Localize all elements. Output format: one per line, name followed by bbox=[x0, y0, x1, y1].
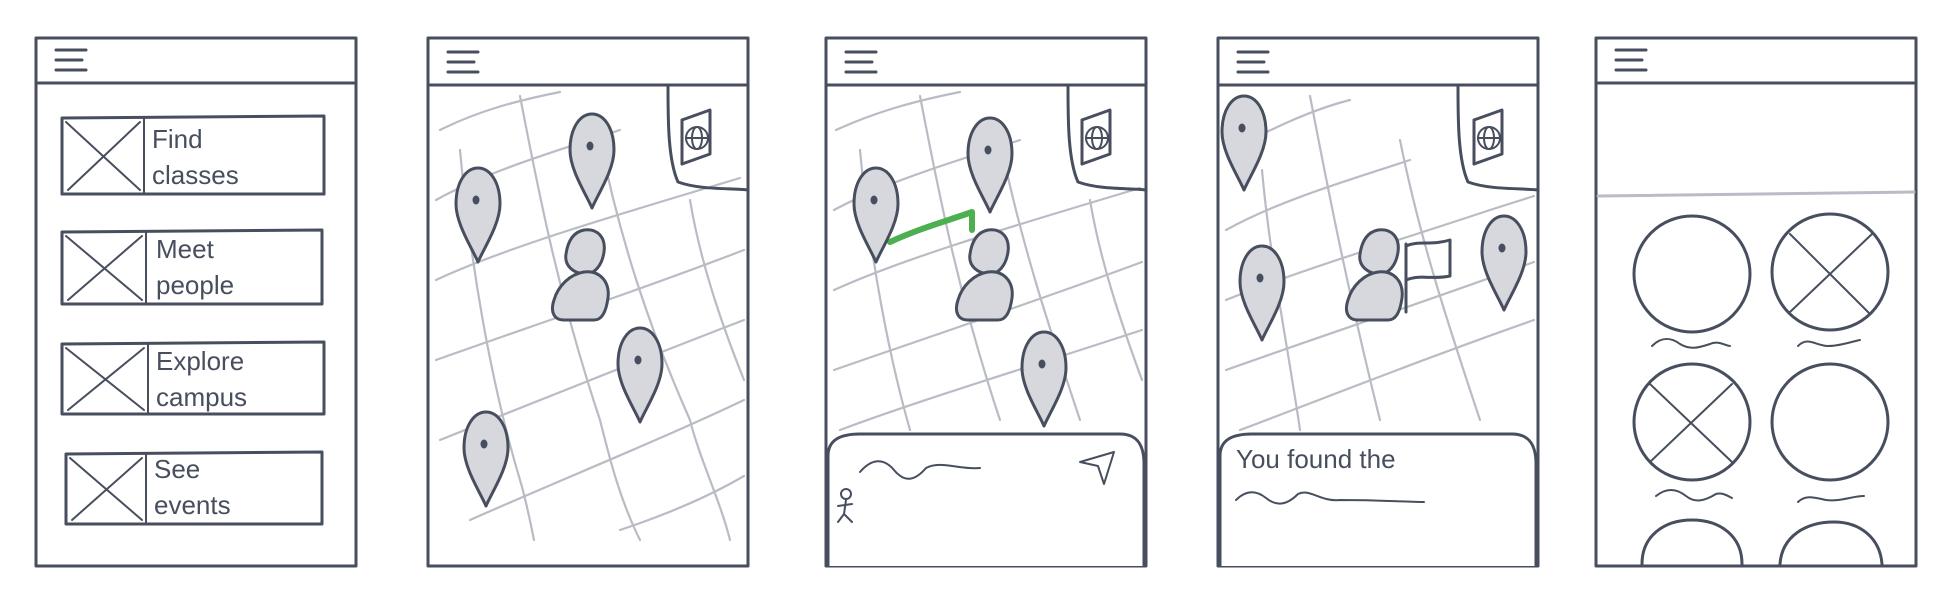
location-pin-icon[interactable] bbox=[1480, 214, 1528, 312]
location-pin-icon[interactable] bbox=[1220, 94, 1268, 192]
map-guide-button[interactable] bbox=[1066, 84, 1148, 192]
found-card[interactable]: You found the bbox=[1218, 432, 1538, 568]
gallery-item[interactable] bbox=[1770, 362, 1890, 503]
screen-menu: Find classes Meet people Explore campus bbox=[34, 36, 358, 568]
map-guide-icon bbox=[680, 108, 712, 166]
hamburger-menu-icon[interactable] bbox=[1614, 48, 1648, 72]
screen-gallery bbox=[1594, 36, 1918, 568]
hamburger-menu-icon[interactable] bbox=[446, 50, 480, 74]
menu-item-meet-people[interactable]: Meet people bbox=[60, 228, 324, 306]
location-pin-icon[interactable] bbox=[568, 112, 616, 210]
gallery-item[interactable] bbox=[1632, 214, 1752, 349]
menu-item-label: people bbox=[156, 270, 234, 300]
placeholder-text-line bbox=[1651, 338, 1731, 349]
hamburger-menu-icon[interactable] bbox=[1236, 50, 1270, 74]
person-icon bbox=[954, 228, 1014, 322]
route-path bbox=[887, 209, 975, 245]
location-pin-icon[interactable] bbox=[454, 166, 502, 264]
screen-found: You found the bbox=[1216, 36, 1540, 568]
menu-item-find-classes[interactable]: Find classes bbox=[60, 114, 326, 196]
flag-icon bbox=[1404, 238, 1452, 314]
location-pin-icon[interactable] bbox=[616, 326, 664, 424]
map-guide-button[interactable] bbox=[1456, 84, 1540, 192]
placeholder-text-line bbox=[1655, 489, 1733, 502]
screen-route bbox=[824, 36, 1148, 568]
placeholder-text-line bbox=[1797, 339, 1861, 347]
location-pin-icon[interactable] bbox=[1020, 330, 1068, 428]
gallery-item[interactable] bbox=[1632, 362, 1752, 502]
menu-item-label: See bbox=[154, 454, 200, 484]
menu-item-label: Meet bbox=[156, 234, 215, 264]
menu-item-label: classes bbox=[152, 160, 239, 190]
person-icon bbox=[1344, 228, 1404, 322]
location-pin-icon[interactable] bbox=[852, 166, 900, 264]
menu-item-see-events[interactable]: See events bbox=[64, 450, 324, 526]
header-divider bbox=[1596, 190, 1916, 198]
menu-item-label: Explore bbox=[156, 346, 244, 376]
map-guide-icon bbox=[1472, 108, 1504, 166]
gallery-item-partial[interactable] bbox=[1640, 518, 1884, 566]
map-guide-button[interactable] bbox=[666, 84, 750, 192]
bottom-sheet[interactable] bbox=[826, 432, 1146, 568]
map-guide-icon bbox=[1080, 108, 1112, 166]
location-pin-icon[interactable] bbox=[1238, 244, 1286, 342]
location-pin-icon[interactable] bbox=[966, 116, 1014, 214]
placeholder-text-line bbox=[1797, 495, 1865, 503]
hamburger-menu-icon[interactable] bbox=[54, 48, 88, 72]
menu-item-label: Find bbox=[152, 124, 203, 154]
gallery-item[interactable] bbox=[1770, 212, 1890, 347]
hamburger-menu-icon[interactable] bbox=[844, 50, 878, 74]
menu-item-label: campus bbox=[156, 382, 247, 412]
storyboard-canvas: Find classes Meet people Explore campus bbox=[34, 36, 1918, 568]
wireframe-storyboard: Find classes Meet people Explore campus bbox=[0, 0, 1960, 601]
menu-item-explore-campus[interactable]: Explore campus bbox=[60, 340, 326, 416]
menu-item-label: events bbox=[154, 490, 231, 520]
person-icon bbox=[550, 228, 610, 322]
location-pin-icon[interactable] bbox=[462, 410, 510, 508]
found-message: You found the bbox=[1236, 444, 1396, 474]
screen-map bbox=[426, 36, 750, 568]
